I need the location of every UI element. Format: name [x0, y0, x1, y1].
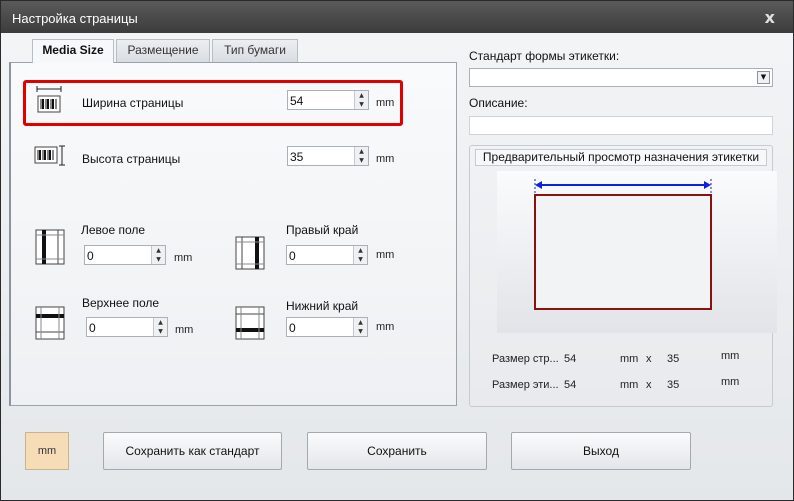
chevron-down-icon[interactable]: ▼	[757, 71, 770, 84]
top-margin-label: Верхнее поле	[82, 296, 160, 310]
preview-title: Предварительный просмотр назначения этик…	[475, 149, 767, 166]
dialog-body: Media Size Размещение Тип бумаги Ширина …	[1, 33, 793, 500]
label-standard-select[interactable]: ▼	[469, 68, 773, 87]
spin-down-icon[interactable]: ▼	[152, 255, 165, 264]
page-height-unit: mm	[376, 153, 395, 165]
page-width-input[interactable]: 54 ▲ ▼	[287, 90, 369, 110]
tab-media-size[interactable]: Media Size	[32, 39, 114, 63]
label-size-width: 54	[564, 379, 577, 391]
top-margin-unit: mm	[175, 324, 194, 336]
exit-button[interactable]: Выход	[511, 432, 691, 470]
close-icon[interactable]: x	[765, 8, 775, 27]
page-size-height: 35	[667, 353, 680, 365]
page-width-unit: mm	[376, 97, 395, 109]
page-setup-dialog: Настройка страницы x Media Size Размещен…	[0, 0, 794, 501]
label-size-label: Размер эти...	[492, 379, 559, 391]
units-button[interactable]: mm	[25, 432, 69, 470]
bottom-margin-icon	[235, 306, 265, 340]
label-preview-drawing	[534, 179, 712, 310]
label-outline	[534, 194, 712, 310]
label-size-height: 35	[667, 379, 680, 391]
right-edge-label: Правый край	[286, 223, 359, 237]
spin-down-icon[interactable]: ▼	[355, 100, 368, 109]
spin-down-icon[interactable]: ▼	[154, 327, 167, 336]
spin-up-icon[interactable]: ▲	[355, 91, 368, 100]
page-size-unit-2: mm	[721, 350, 740, 362]
spin-up-icon[interactable]: ▲	[354, 318, 367, 327]
page-height-input[interactable]: 35 ▲ ▼	[287, 146, 369, 166]
page-size-unit-1: mm	[620, 353, 639, 365]
left-margin-input[interactable]: 0 ▲ ▼	[84, 245, 166, 265]
spin-up-icon[interactable]: ▲	[355, 147, 368, 156]
left-margin-unit: mm	[174, 252, 193, 264]
top-margin-input[interactable]: 0 ▲ ▼	[86, 317, 168, 337]
page-height-icon	[34, 145, 65, 166]
label-size-unit-1: mm	[620, 379, 639, 391]
page-width-icon	[36, 86, 62, 113]
description-field[interactable]	[469, 116, 773, 135]
page-size-width: 54	[564, 353, 577, 365]
page-size-x: x	[646, 353, 652, 365]
left-margin-icon	[35, 229, 65, 265]
preview-area	[497, 171, 777, 333]
label-size-unit-2: mm	[721, 376, 740, 388]
save-as-default-button[interactable]: Сохранить как стандарт	[103, 432, 282, 470]
tab-placement[interactable]: Размещение	[116, 39, 210, 62]
save-button[interactable]: Сохранить	[307, 432, 487, 470]
description-label: Описание:	[469, 96, 528, 110]
label-size-x: x	[646, 379, 652, 391]
right-margin-icon	[235, 236, 265, 270]
bottom-edge-label: Нижний край	[286, 299, 359, 313]
spin-down-icon[interactable]: ▼	[354, 327, 367, 336]
top-margin-icon	[35, 306, 65, 340]
spin-up-icon[interactable]: ▲	[354, 246, 367, 255]
right-edge-input[interactable]: 0 ▲ ▼	[286, 245, 368, 265]
tab-paper-type[interactable]: Тип бумаги	[212, 39, 298, 62]
title-bar[interactable]: Настройка страницы x	[1, 1, 793, 33]
spin-down-icon[interactable]: ▼	[355, 156, 368, 165]
spin-down-icon[interactable]: ▼	[354, 255, 367, 264]
left-margin-label: Левое поле	[81, 223, 146, 237]
page-size-label: Размер стр...	[492, 353, 559, 365]
spin-up-icon[interactable]: ▲	[154, 318, 167, 327]
window-title: Настройка страницы	[12, 11, 138, 26]
right-edge-unit: mm	[376, 249, 395, 261]
bottom-edge-input[interactable]: 0 ▲ ▼	[286, 317, 368, 337]
page-height-label: Высота страницы	[82, 152, 181, 166]
bottom-edge-unit: mm	[376, 321, 395, 333]
label-standard-label: Стандарт формы этикетки:	[469, 49, 620, 63]
page-width-label: Ширина страницы	[82, 96, 184, 110]
spin-up-icon[interactable]: ▲	[152, 246, 165, 255]
